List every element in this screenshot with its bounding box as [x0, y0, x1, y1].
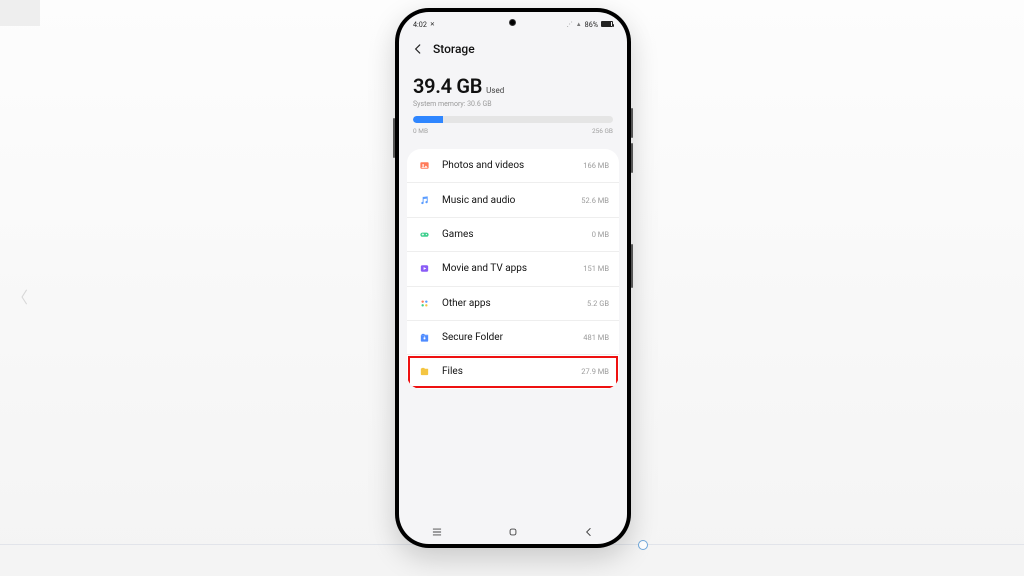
storage-row-games[interactable]: Games 0 MB: [407, 218, 619, 252]
back-button[interactable]: [411, 42, 425, 56]
games-icon: [417, 227, 432, 242]
storage-row-label: Other apps: [442, 298, 577, 309]
page-underline-handle[interactable]: [638, 540, 648, 550]
battery-icon: [601, 21, 613, 27]
side-button-vol-down: [631, 143, 633, 173]
storage-row-label: Secure Folder: [442, 332, 573, 343]
storage-row-size: 151 MB: [583, 264, 609, 273]
side-button-left: [393, 118, 395, 158]
chevron-left-icon: [411, 42, 425, 56]
storage-bar-min: 0 MB: [413, 127, 428, 135]
side-button-power: [631, 244, 633, 288]
storage-row-size: 27.9 MB: [581, 367, 609, 376]
storage-row-label: Music and audio: [442, 195, 571, 206]
storage-row-label: Files: [442, 366, 571, 377]
side-button-vol-up: [631, 108, 633, 138]
phone-screen: 4:02 ✕ ⋰ ▲ 86% Storage 39.4 GB Used Syst…: [399, 12, 627, 544]
storage-row-size: 481 MB: [583, 333, 609, 342]
storage-row-size: 0 MB: [592, 230, 609, 239]
storage-bar-max: 256 GB: [592, 127, 613, 135]
storage-bar: [413, 116, 613, 123]
storage-row-photos[interactable]: Photos and videos 166 MB: [407, 149, 619, 183]
storage-row-size: 166 MB: [583, 161, 609, 170]
status-time: 4:02: [413, 20, 427, 29]
page-header: Storage: [399, 32, 627, 58]
photos-icon: [417, 158, 432, 173]
storage-row-secure[interactable]: Secure Folder 481 MB: [407, 321, 619, 355]
storage-row-size: 52.6 MB: [581, 196, 609, 205]
storage-categories: Photos and videos 166 MB Music and audio 52…: [407, 149, 619, 389]
storage-row-label: Games: [442, 229, 582, 240]
android-nav-bar: [399, 520, 627, 544]
nav-recents[interactable]: [417, 524, 457, 540]
storage-used-label: Used: [486, 86, 504, 95]
storage-row-movie[interactable]: Movie and TV apps 151 MB: [407, 252, 619, 286]
movie-icon: [417, 261, 432, 276]
storage-row-files[interactable]: Files 27.9 MB: [407, 355, 619, 388]
page-corner-decoration: [0, 0, 40, 26]
secure-icon: [417, 330, 432, 345]
storage-row-size: 5.2 GB: [587, 299, 609, 308]
storage-summary: 39.4 GB Used System memory: 30.6 GB 0 MB…: [399, 58, 627, 143]
storage-row-music[interactable]: Music and audio 52.6 MB: [407, 183, 619, 217]
music-icon: [417, 193, 432, 208]
storage-bar-fill: [413, 116, 443, 123]
battery-percent: 86%: [585, 20, 598, 29]
other-icon: [417, 296, 432, 311]
camera-punch-hole: [509, 19, 516, 26]
nav-home[interactable]: [493, 524, 533, 540]
nav-back[interactable]: [569, 524, 609, 540]
signal-icon: ▲: [576, 21, 582, 28]
carousel-prev-icon[interactable]: 〈: [12, 284, 28, 308]
storage-system-memory: System memory: 30.6 GB: [413, 100, 613, 108]
status-mode-icon: ✕: [430, 21, 435, 28]
storage-row-other[interactable]: Other apps 5.2 GB: [407, 287, 619, 321]
phone-frame: 4:02 ✕ ⋰ ▲ 86% Storage 39.4 GB Used Syst…: [395, 8, 631, 548]
files-icon: [417, 364, 432, 379]
storage-row-label: Movie and TV apps: [442, 263, 573, 274]
wifi-icon: ⋰: [567, 21, 573, 28]
page-title: Storage: [433, 42, 475, 56]
storage-used-amount: 39.4 GB: [413, 74, 482, 98]
storage-row-label: Photos and videos: [442, 160, 573, 171]
